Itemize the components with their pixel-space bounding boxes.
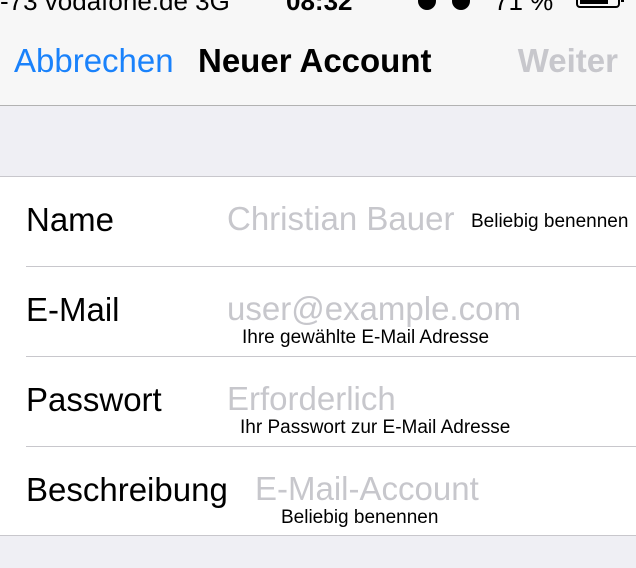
- account-form: Name Beliebig benennen E-Mail Ihre gewäh…: [0, 176, 636, 536]
- password-field[interactable]: [227, 379, 607, 419]
- status-icons: [418, 0, 486, 14]
- navigation-bar: Abbrechen Neuer Account Weiter: [0, 14, 636, 106]
- status-bar: -73 vodafone.de 3G 08:32 71 %: [0, 0, 636, 14]
- time-label: 08:32: [286, 0, 353, 14]
- password-label: Passwort: [26, 381, 162, 418]
- description-field[interactable]: [255, 469, 615, 509]
- cancel-button[interactable]: Abbrechen: [14, 42, 174, 80]
- row-email: E-Mail Ihre gewählte E-Mail Adresse: [0, 267, 636, 357]
- alarm-icon: [452, 0, 470, 10]
- location-icon: [418, 0, 436, 10]
- password-note: Ihr Passwort zur E-Mail Adresse: [240, 417, 511, 438]
- page-title: Neuer Account: [198, 42, 432, 79]
- name-note: Beliebig benennen: [471, 211, 629, 232]
- email-field[interactable]: [227, 289, 607, 329]
- name-label: Name: [26, 201, 115, 238]
- battery-icon: [576, 0, 624, 8]
- row-name: Name Beliebig benennen: [0, 177, 636, 267]
- row-password: Passwort Ihr Passwort zur E-Mail Adresse: [0, 357, 636, 447]
- next-button[interactable]: Weiter: [518, 42, 618, 80]
- battery-percent: 71 %: [494, 0, 553, 14]
- email-label: E-Mail: [26, 291, 120, 328]
- name-field[interactable]: [227, 199, 467, 239]
- description-label: Beschreibung: [26, 471, 228, 508]
- email-note: Ihre gewählte E-Mail Adresse: [242, 327, 490, 348]
- row-description: Beschreibung Beliebig benennen: [0, 447, 636, 537]
- description-note: Beliebig benennen: [281, 507, 439, 528]
- carrier-label: -73 vodafone.de 3G: [0, 0, 230, 14]
